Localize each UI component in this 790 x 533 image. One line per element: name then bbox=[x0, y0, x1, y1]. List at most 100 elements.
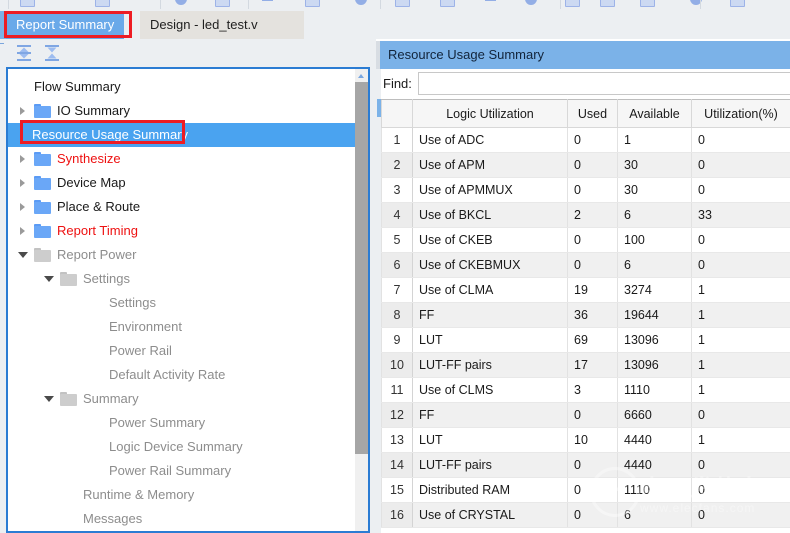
tree-item-resource-usage-summary[interactable]: Resource Usage Summary bbox=[8, 123, 355, 147]
utilization-cell: 0 bbox=[691, 227, 790, 253]
tree-item-label: Messages bbox=[83, 511, 143, 526]
available-cell: 13096 bbox=[617, 352, 692, 378]
application-window: Report Summary Design - led_test.v ✕ bbox=[0, 0, 790, 533]
available-cell: 13096 bbox=[617, 327, 692, 353]
table-row[interactable]: 8 FF 36 19644 1 bbox=[381, 302, 790, 328]
toolbar-icon-16[interactable] bbox=[730, 0, 745, 7]
toolbar-icon-12[interactable] bbox=[565, 0, 580, 7]
toolbar-icon-11[interactable] bbox=[525, 0, 537, 5]
table-row[interactable]: 15 Distributed RAM 0 1110 0 bbox=[381, 477, 790, 503]
chevron-right-icon[interactable] bbox=[20, 179, 25, 187]
toolbar-icon-7[interactable] bbox=[355, 0, 367, 5]
scrollbar-thumb[interactable] bbox=[355, 82, 368, 454]
table-row[interactable]: 6 Use of CKEBMUX 0 6 0 bbox=[381, 252, 790, 278]
table-row[interactable]: 13 LUT 10 4440 1 bbox=[381, 427, 790, 453]
scroll-up-arrow-icon[interactable] bbox=[355, 69, 368, 82]
table-row[interactable]: 5 Use of CKEB 0 100 0 bbox=[381, 227, 790, 253]
column-header-rownum[interactable] bbox=[381, 99, 413, 128]
logic-utilization-cell: LUT bbox=[412, 427, 568, 453]
toolbar-icon-14[interactable] bbox=[640, 0, 655, 7]
tree-item-messages[interactable]: Messages bbox=[8, 507, 355, 531]
used-cell: 69 bbox=[567, 327, 618, 353]
toolbar-icon-2[interactable] bbox=[95, 0, 110, 7]
tree-toolbar bbox=[0, 39, 376, 67]
tree-item-synthesize[interactable]: Synthesize bbox=[8, 147, 355, 171]
row-number-cell: 14 bbox=[381, 452, 413, 478]
tree-item-power-rail-summary[interactable]: Power Rail Summary bbox=[8, 459, 355, 483]
table-row[interactable]: 7 Use of CLMA 19 3274 1 bbox=[381, 277, 790, 303]
tree-vertical-scrollbar[interactable] bbox=[355, 69, 368, 531]
tree-item-label: Place & Route bbox=[57, 199, 141, 214]
toolbar-icon-9[interactable] bbox=[440, 0, 455, 7]
logic-utilization-cell: FF bbox=[412, 302, 568, 328]
column-header-available[interactable]: Available bbox=[617, 99, 692, 128]
row-number-cell: 15 bbox=[381, 477, 413, 503]
tree-item-default-activity-rate[interactable]: Default Activity Rate bbox=[8, 363, 355, 387]
tree-item-label: Settings bbox=[109, 295, 156, 310]
expand-all-icon[interactable] bbox=[14, 43, 34, 63]
table-row[interactable]: 10 LUT-FF pairs 17 13096 1 bbox=[381, 352, 790, 378]
tree-item-io-summary[interactable]: IO Summary bbox=[8, 99, 355, 123]
folder-body bbox=[60, 274, 77, 286]
table-row[interactable]: 2 Use of APM 0 30 0 bbox=[381, 152, 790, 178]
table-row[interactable]: 14 LUT-FF pairs 0 4440 0 bbox=[381, 452, 790, 478]
tab-report-summary[interactable]: Report Summary bbox=[6, 11, 125, 39]
tree-item-environment[interactable]: Environment bbox=[8, 315, 355, 339]
tree-item-place-route[interactable]: Place & Route bbox=[8, 195, 355, 219]
tree-item-device-map[interactable]: Device Map bbox=[8, 171, 355, 195]
table-row[interactable]: 12 FF 0 6660 0 bbox=[381, 402, 790, 428]
table-row[interactable]: 11 Use of CLMS 3 1110 1 bbox=[381, 377, 790, 403]
tree-item-runtime-memory[interactable]: Runtime & Memory bbox=[8, 483, 355, 507]
resource-usage-table: Logic Utilization Used Available Utiliza… bbox=[381, 99, 790, 528]
toolbar-separator-4 bbox=[380, 0, 381, 9]
used-cell: 10 bbox=[567, 427, 618, 453]
chevron-right-icon[interactable] bbox=[20, 203, 25, 211]
tree-item-settings[interactable]: Settings bbox=[8, 291, 355, 315]
available-cell: 30 bbox=[617, 152, 692, 178]
used-cell: 0 bbox=[567, 152, 618, 178]
row-number-cell: 10 bbox=[381, 352, 413, 378]
tree-item-label: Summary bbox=[83, 391, 139, 406]
table-row[interactable]: 1 Use of ADC 0 1 0 bbox=[381, 127, 790, 153]
tree-item-report-power[interactable]: Report Power bbox=[8, 243, 355, 267]
chevron-right-icon[interactable] bbox=[20, 155, 25, 163]
folder-icon bbox=[60, 392, 77, 406]
tree-item-flow-summary[interactable]: Flow Summary bbox=[8, 75, 355, 99]
utilization-cell: 0 bbox=[691, 402, 790, 428]
table-row[interactable]: 3 Use of APMMUX 0 30 0 bbox=[381, 177, 790, 203]
editor-tab-bar: Report Summary Design - led_test.v ✕ bbox=[0, 9, 790, 41]
column-header-utilization-pct[interactable]: Utilization(%) bbox=[691, 99, 790, 128]
toolbar-icon-4[interactable] bbox=[215, 0, 230, 7]
tree-item-summary[interactable]: Summary bbox=[8, 387, 355, 411]
toolbar-icon-13[interactable] bbox=[600, 0, 615, 7]
logic-utilization-cell: Use of CLMA bbox=[412, 277, 568, 303]
chevron-down-icon[interactable] bbox=[44, 396, 54, 402]
report-tree[interactable]: Flow Summary IO Summary Resource Usage Sum… bbox=[6, 67, 370, 533]
chevron-down-icon[interactable] bbox=[44, 276, 54, 282]
folder-body bbox=[34, 106, 51, 118]
toolbar-icon-3[interactable] bbox=[175, 0, 187, 5]
tree-item-settings[interactable]: Settings bbox=[8, 267, 355, 291]
chevron-right-icon[interactable] bbox=[20, 227, 25, 235]
tree-item-power-summary[interactable]: Power Summary bbox=[8, 411, 355, 435]
chevron-down-icon[interactable] bbox=[18, 252, 28, 258]
toolbar-icon-1[interactable] bbox=[20, 0, 35, 7]
table-row[interactable]: 16 Use of CRYSTAL 0 6 0 bbox=[381, 502, 790, 528]
find-input[interactable] bbox=[418, 72, 790, 95]
toolbar-icon-5[interactable] bbox=[262, 0, 273, 1]
toolbar-icon-8[interactable] bbox=[395, 0, 410, 7]
logic-utilization-cell: Use of BKCL bbox=[412, 202, 568, 228]
row-number-cell: 11 bbox=[381, 377, 413, 403]
tree-item-report-timing[interactable]: Report Timing bbox=[8, 219, 355, 243]
chevron-right-icon[interactable] bbox=[20, 107, 25, 115]
column-header-used[interactable]: Used bbox=[567, 99, 618, 128]
toolbar-icon-10[interactable] bbox=[485, 0, 496, 1]
tree-item-power-rail[interactable]: Power Rail bbox=[8, 339, 355, 363]
column-header-logic-utilization[interactable]: Logic Utilization bbox=[412, 99, 568, 128]
collapse-all-icon[interactable] bbox=[42, 43, 62, 63]
tree-item-logic-device-summary[interactable]: Logic Device Summary bbox=[8, 435, 355, 459]
toolbar-icon-6[interactable] bbox=[305, 0, 320, 7]
table-row[interactable]: 4 Use of BKCL 2 6 33 bbox=[381, 202, 790, 228]
table-row[interactable]: 9 LUT 69 13096 1 bbox=[381, 327, 790, 353]
toolbar-separator-5 bbox=[560, 0, 561, 9]
